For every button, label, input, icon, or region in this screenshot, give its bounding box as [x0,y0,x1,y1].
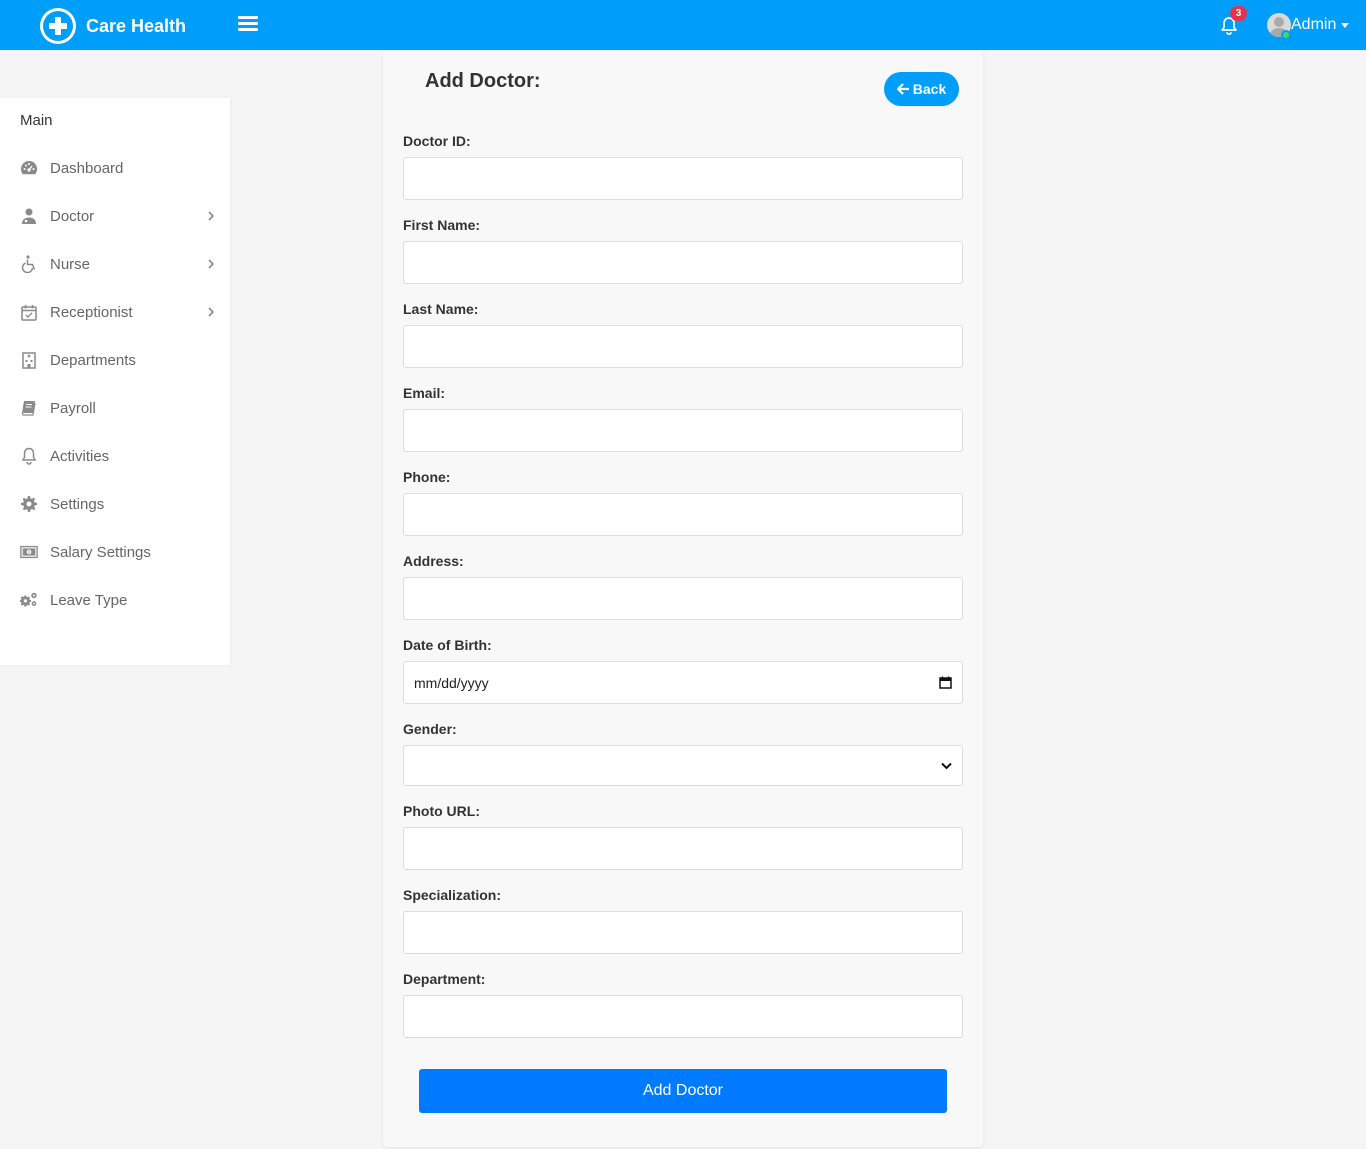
sidebar-item-settings[interactable]: Settings [0,484,230,524]
book-icon [20,399,38,417]
sidebar-item-label: Settings [50,495,105,513]
chevron-right-icon [208,211,214,221]
hamburger-icon [238,16,258,19]
wheelchair-icon [20,255,38,273]
add-doctor-button[interactable]: Add Doctor [419,1069,947,1113]
user-name: Admin [1291,16,1337,33]
money-icon [20,543,38,561]
page-title: Add Doctor: [425,70,541,92]
add-doctor-form: Add Doctor: Back Doctor ID: First Name: … [383,50,983,1147]
address-input[interactable] [403,577,963,620]
gender-label: Gender: [403,721,457,737]
sidebar-item-label: Activities [50,447,110,465]
dob-placeholder: mm/dd/yyyy [414,674,489,691]
sidebar-item-label: Salary Settings [50,543,151,561]
calendar-check-icon [20,303,38,321]
notification-button[interactable]: 3 [1218,6,1247,37]
notification-badge: 3 [1230,6,1247,21]
sidebar-item-dashboard[interactable]: Dashboard [0,148,230,188]
sidebar-item-label: Departments [50,351,136,369]
sidebar-item-activities[interactable]: Activities [0,436,230,476]
medical-cross-icon [40,8,76,44]
chevron-right-icon [208,259,214,269]
photo-url-label: Photo URL: [403,803,480,819]
gear-icon [20,495,38,513]
department-label: Department: [403,971,486,987]
first-name-label: First Name: [403,217,481,233]
doctor-id-input[interactable] [403,157,963,200]
first-name-input[interactable] [403,241,963,284]
chevron-down-icon [941,762,952,769]
back-button-label: Back [912,81,947,97]
address-label: Address: [403,553,464,569]
sidebar-item-label: Leave Type [50,591,128,609]
sidebar: Main Dashboard Doctor Nurse Receptionist… [0,98,230,665]
phone-input[interactable] [403,493,963,536]
dob-label: Date of Birth: [403,637,492,653]
arrow-left-icon [896,83,910,95]
phone-label: Phone: [403,469,451,485]
dob-date-input[interactable]: mm/dd/yyyy [403,661,963,704]
doctor-icon [20,207,38,225]
gears-icon [20,591,38,609]
top-header: Care Health 3 Admin [0,0,1366,50]
brand[interactable]: Care Health [40,8,186,44]
calendar-icon [939,676,952,689]
chevron-right-icon [208,307,214,317]
menu-toggle-button[interactable] [238,16,258,34]
brand-name: Care Health [86,15,187,36]
bell-icon [20,447,38,465]
email-label: Email: [403,385,446,401]
doctor-id-label: Doctor ID: [403,133,471,149]
specialization-label: Specialization: [403,887,502,903]
department-input[interactable] [403,995,963,1038]
sidebar-item-doctor[interactable]: Doctor [0,196,230,236]
hospital-icon [20,351,38,369]
photo-url-input[interactable] [403,827,963,870]
specialization-input[interactable] [403,911,963,954]
sidebar-item-leave-type[interactable]: Leave Type [0,580,230,620]
last-name-input[interactable] [403,325,963,368]
caret-down-icon [1341,22,1350,28]
sidebar-item-departments[interactable]: Departments [0,340,230,380]
sidebar-item-payroll[interactable]: Payroll [0,388,230,428]
sidebar-section-title: Main [20,112,53,129]
online-status-dot [1281,30,1291,40]
sidebar-item-label: Dashboard [50,159,124,177]
sidebar-item-nurse[interactable]: Nurse [0,244,230,284]
sidebar-item-receptionist[interactable]: Receptionist [0,292,230,332]
sidebar-item-label: Receptionist [50,303,133,321]
hamburger-line [238,28,258,31]
sidebar-item-label: Doctor [50,207,95,225]
dashboard-icon [20,159,38,177]
user-menu[interactable]: Admin [1267,13,1350,37]
back-button[interactable]: Back [884,72,959,106]
email-field[interactable] [403,409,963,452]
sidebar-item-label: Payroll [50,399,96,417]
gender-select[interactable] [403,745,963,786]
sidebar-item-label: Nurse [50,255,91,273]
hamburger-line [238,22,258,25]
sidebar-item-salary-settings[interactable]: Salary Settings [0,532,230,572]
last-name-label: Last Name: [403,301,479,317]
